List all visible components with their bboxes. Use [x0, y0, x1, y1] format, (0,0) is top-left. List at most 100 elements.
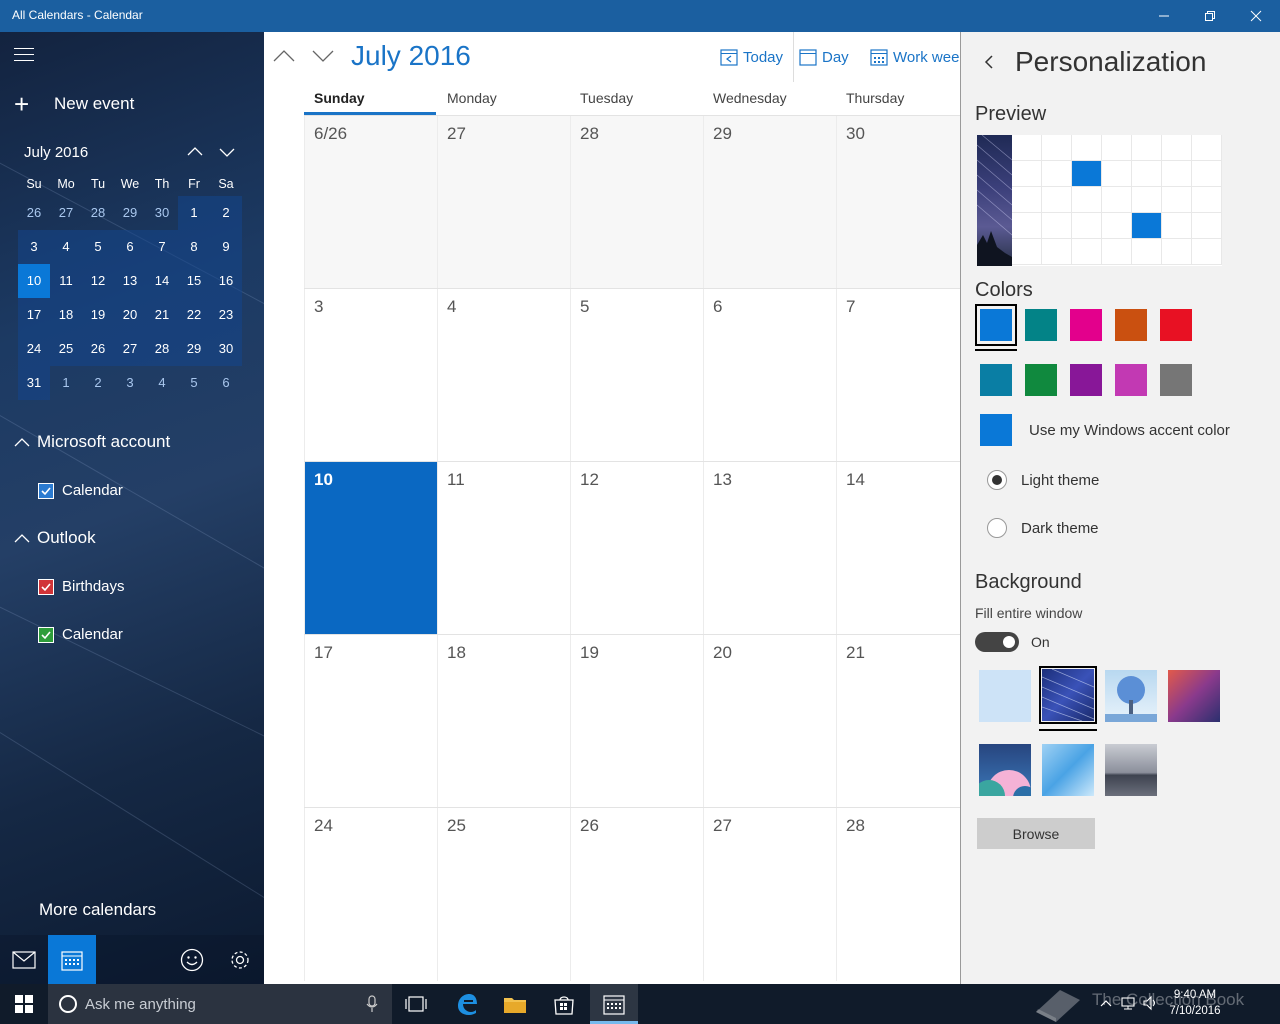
color-swatch-gray[interactable] [1160, 364, 1192, 396]
mini-day[interactable]: 31 [18, 366, 50, 400]
mini-day[interactable]: 27 [50, 196, 82, 230]
system-clock[interactable]: 9:40 AM 7/10/2016 [1160, 987, 1230, 1019]
mini-calendar-next-button[interactable] [217, 142, 237, 162]
background-thumbnail-lake[interactable] [1105, 744, 1157, 796]
background-thumbnail-tree[interactable] [1105, 670, 1157, 722]
mini-day[interactable]: 30 [146, 196, 178, 230]
search-input[interactable]: Ask me anything [48, 984, 392, 1024]
day-cell[interactable]: 28 [570, 116, 703, 289]
color-swatch-cyan[interactable] [980, 364, 1012, 396]
dark-theme-option[interactable]: Dark theme [987, 518, 1099, 538]
feedback-button[interactable] [168, 935, 216, 984]
day-cell[interactable]: 12 [570, 462, 703, 635]
day-cell[interactable]: 14 [836, 462, 960, 635]
back-button[interactable] [981, 54, 997, 70]
chevron-up-icon[interactable] [1098, 995, 1114, 1011]
mini-day[interactable]: 17 [18, 298, 50, 332]
network-icon[interactable] [1120, 995, 1136, 1011]
mini-day[interactable]: 7 [146, 230, 178, 264]
task-view-button[interactable] [392, 984, 440, 1024]
minimize-button[interactable] [1141, 0, 1187, 32]
mini-day[interactable]: 24 [18, 332, 50, 366]
day-cell[interactable]: 4 [437, 289, 570, 462]
mini-day[interactable]: 29 [178, 332, 210, 366]
calendar-toggle-birthdays[interactable]: Birthdays [38, 578, 125, 595]
work-week-view-button[interactable]: Work week [870, 46, 960, 68]
day-cell[interactable]: 19 [570, 635, 703, 808]
next-month-button[interactable] [311, 44, 335, 68]
radio-button-selected[interactable] [987, 470, 1007, 490]
calendar-toggle-microsoft-calendar[interactable]: Calendar [38, 482, 123, 499]
accent-color-option[interactable]: Use my Windows accent color [980, 414, 1230, 446]
day-cell[interactable]: 6/26 [304, 116, 437, 289]
color-swatch-blue[interactable] [980, 309, 1012, 341]
mini-day[interactable]: 1 [178, 196, 210, 230]
day-cell[interactable]: 27 [437, 116, 570, 289]
color-swatch-red[interactable] [1160, 309, 1192, 341]
mini-day[interactable]: 28 [82, 196, 114, 230]
background-thumbnail-polygons[interactable] [1042, 744, 1094, 796]
mini-day[interactable]: 3 [18, 230, 50, 264]
mini-day[interactable]: 4 [146, 366, 178, 400]
day-cell[interactable]: 21 [836, 635, 960, 808]
day-cell[interactable]: 17 [304, 635, 437, 808]
mini-day[interactable]: 26 [82, 332, 114, 366]
previous-month-button[interactable] [272, 44, 296, 68]
day-cell[interactable]: 27 [703, 808, 836, 981]
checkbox[interactable] [38, 626, 54, 643]
day-cell[interactable]: 11 [437, 462, 570, 635]
mini-day[interactable]: 5 [178, 366, 210, 400]
browse-button[interactable]: Browse [977, 818, 1095, 849]
background-thumbnail-light-blue[interactable] [979, 670, 1031, 722]
hamburger-menu-button[interactable] [14, 48, 34, 62]
day-cell[interactable]: 28 [836, 808, 960, 981]
background-thumbnail-canyon[interactable] [1168, 670, 1220, 722]
more-calendars-link[interactable]: More calendars [39, 900, 156, 920]
mini-calendar-title[interactable]: July 2016 [24, 144, 88, 161]
settings-button[interactable] [216, 935, 264, 984]
day-cell-today[interactable]: 10 [304, 462, 437, 635]
account-header-outlook[interactable]: Outlook [14, 528, 96, 548]
mini-day[interactable]: 20 [114, 298, 146, 332]
edge-browser-button[interactable] [443, 984, 491, 1024]
day-cell[interactable]: 7 [836, 289, 960, 462]
mini-day[interactable]: 19 [82, 298, 114, 332]
day-cell[interactable]: 5 [570, 289, 703, 462]
mini-day[interactable]: 11 [50, 264, 82, 298]
mini-day[interactable]: 12 [82, 264, 114, 298]
day-cell[interactable]: 6 [703, 289, 836, 462]
color-swatch-purple[interactable] [1070, 364, 1102, 396]
store-button[interactable] [540, 984, 588, 1024]
day-cell[interactable]: 24 [304, 808, 437, 981]
background-thumbnail-star-trails[interactable] [1042, 669, 1094, 721]
mini-day[interactable]: 4 [50, 230, 82, 264]
close-button[interactable] [1233, 0, 1279, 32]
day-cell[interactable]: 26 [570, 808, 703, 981]
mail-button[interactable] [0, 935, 48, 984]
mini-day[interactable]: 30 [210, 332, 242, 366]
color-swatch-green[interactable] [1025, 364, 1057, 396]
mini-day[interactable]: 2 [82, 366, 114, 400]
mini-day[interactable]: 9 [210, 230, 242, 264]
month-title[interactable]: July 2016 [351, 40, 471, 72]
today-button[interactable]: Today [720, 46, 783, 68]
day-view-button[interactable]: Day [799, 46, 849, 68]
mini-day[interactable]: 1 [50, 366, 82, 400]
new-event-button[interactable]: + New event [14, 91, 134, 117]
background-thumbnail-hills[interactable] [979, 744, 1031, 796]
mini-day[interactable]: 22 [178, 298, 210, 332]
mini-day[interactable]: 27 [114, 332, 146, 366]
color-swatch-orange[interactable] [1115, 309, 1147, 341]
mini-day[interactable]: 13 [114, 264, 146, 298]
day-cell[interactable]: 20 [703, 635, 836, 808]
color-swatch-magenta[interactable] [1115, 364, 1147, 396]
fill-window-toggle[interactable] [975, 632, 1019, 652]
microphone-icon[interactable] [366, 995, 378, 1013]
day-cell[interactable]: 29 [703, 116, 836, 289]
mini-day[interactable]: 21 [146, 298, 178, 332]
radio-button[interactable] [987, 518, 1007, 538]
mini-day[interactable]: 14 [146, 264, 178, 298]
mini-day-today[interactable]: 10 [18, 264, 50, 298]
checkbox[interactable] [38, 482, 54, 499]
mini-day[interactable]: 23 [210, 298, 242, 332]
